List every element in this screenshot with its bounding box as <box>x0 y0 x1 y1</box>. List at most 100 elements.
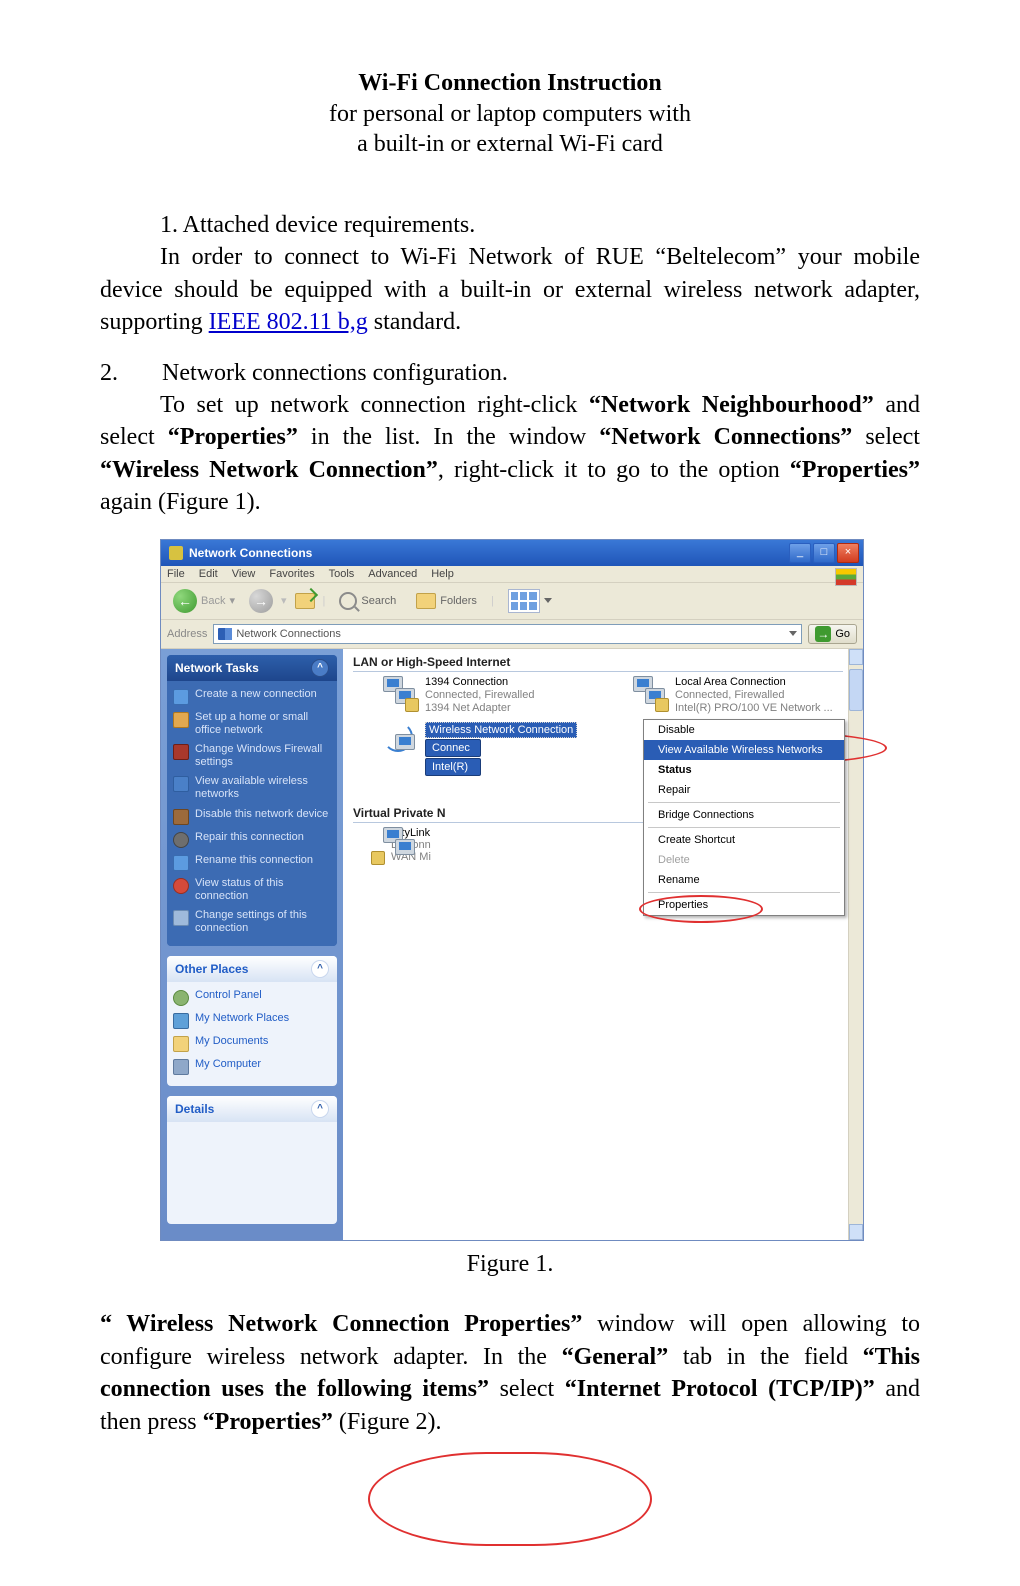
doc-subtitle: for personal or laptop computers with a … <box>100 99 920 159</box>
connection-status: Connected, Firewalled <box>425 689 534 701</box>
panel-header[interactable]: Network Tasks ^ <box>167 655 337 681</box>
connection-lan[interactable]: Local Area Connection Connected, Firewal… <box>633 676 853 714</box>
other-network-places[interactable]: My Network Places <box>173 1009 331 1032</box>
folders-button[interactable]: Folders <box>410 591 483 611</box>
task-change-settings[interactable]: Change settings of this connection <box>173 906 331 938</box>
task-disable-device[interactable]: Disable this network device <box>173 805 331 828</box>
menu-file[interactable]: File <box>167 568 185 580</box>
other-my-computer[interactable]: My Computer <box>173 1055 331 1078</box>
menu-edit[interactable]: Edit <box>199 568 218 580</box>
ctx-status[interactable]: Status <box>644 760 844 780</box>
collapse-icon[interactable]: ^ <box>311 960 329 978</box>
task-rename[interactable]: Rename this connection <box>173 851 331 874</box>
go-button[interactable]: → Go <box>808 624 857 644</box>
sidebar: Network Tasks ^ Create a new connection … <box>161 649 343 1241</box>
ctx-separator <box>648 892 840 893</box>
other-control-panel[interactable]: Control Panel <box>173 986 331 1009</box>
search-button[interactable]: Search <box>333 590 402 612</box>
task-view-wireless[interactable]: View available wireless networks <box>173 772 331 804</box>
other-my-documents[interactable]: My Documents <box>173 1032 331 1055</box>
ctx-view-networks[interactable]: View Available Wireless Networks <box>644 740 844 760</box>
other-places-panel: Other Places ^ Control Panel My Network … <box>167 956 337 1086</box>
menu-view[interactable]: View <box>232 568 256 580</box>
divider: | <box>323 595 326 607</box>
ctx-repair[interactable]: Repair <box>644 780 844 800</box>
connection-1394[interactable]: 1394 Connection Connected, Firewalled 13… <box>383 676 603 714</box>
bold-text: “Properties” <box>168 424 298 450</box>
menu-bar: File Edit View Favorites Tools Advanced … <box>161 566 863 583</box>
task-repair[interactable]: Repair this connection <box>173 828 331 851</box>
address-dropdown-icon[interactable] <box>789 631 797 636</box>
text-span: 2. <box>100 357 156 389</box>
task-icon <box>173 809 189 825</box>
doc-title: Wi-Fi Connection Instruction <box>100 70 920 97</box>
task-label: Create a new connection <box>195 688 317 701</box>
scrollbar[interactable] <box>848 649 863 1241</box>
ctx-disable[interactable]: Disable <box>644 720 844 740</box>
maximize-button[interactable]: □ <box>813 543 835 563</box>
close-button[interactable]: × <box>837 543 859 563</box>
panel-title: Details <box>175 1102 214 1116</box>
sep: ▾ <box>281 594 287 607</box>
task-view-status[interactable]: View status of this connection <box>173 874 331 906</box>
back-caret: ▾ <box>229 594 235 607</box>
connection-wireless[interactable]: Wireless Network Connection Connec Intel… <box>383 722 603 776</box>
bold-text: “Internet Protocol (TCP/IP)” <box>565 1376 875 1402</box>
ctx-separator <box>648 827 840 828</box>
menu-advanced[interactable]: Advanced <box>368 568 417 580</box>
task-icon <box>173 712 189 728</box>
panel-header[interactable]: Other Places ^ <box>167 956 337 982</box>
collapse-icon[interactable]: ^ <box>311 1100 329 1118</box>
connection-status: Connec <box>425 739 481 757</box>
place-icon <box>173 990 189 1006</box>
window-titlebar[interactable]: Network Connections _ □ × <box>161 540 863 566</box>
back-button[interactable]: ← Back ▾ <box>167 587 241 615</box>
task-label: Repair this connection <box>195 831 304 844</box>
task-label: Change Windows Firewall settings <box>195 743 331 769</box>
screenshot-window: Network Connections _ □ × File Edit View… <box>160 539 864 1242</box>
ctx-properties[interactable]: Properties <box>644 895 844 915</box>
address-field[interactable]: Network Connections <box>213 624 802 644</box>
text-span: select <box>852 424 920 450</box>
text-span: tab in the field <box>668 1344 862 1370</box>
panel-header[interactable]: Details ^ <box>167 1096 337 1122</box>
search-icon <box>339 592 357 610</box>
window-title: Network Connections <box>189 546 789 560</box>
minimize-button[interactable]: _ <box>789 543 811 563</box>
collapse-icon[interactable]: ^ <box>311 659 329 677</box>
forward-button[interactable]: → <box>249 589 273 613</box>
folders-label: Folders <box>440 595 477 607</box>
connection-status: Connected, Firewalled <box>675 689 833 701</box>
scroll-down-icon[interactable] <box>849 1224 863 1240</box>
place-label: My Network Places <box>195 1012 289 1025</box>
details-panel: Details ^ <box>167 1096 337 1224</box>
address-value: Network Connections <box>236 628 341 640</box>
task-label: Disable this network device <box>195 808 328 821</box>
ctx-bridge[interactable]: Bridge Connections <box>644 805 844 825</box>
context-menu: Disable View Available Wireless Networks… <box>643 719 845 916</box>
dropdown-icon <box>544 598 552 603</box>
ieee-link[interactable]: IEEE 802.11 b,g <box>209 309 368 335</box>
scroll-up-icon[interactable] <box>849 649 863 665</box>
menu-tools[interactable]: Tools <box>329 568 355 580</box>
ctx-delete: Delete <box>644 850 844 870</box>
menu-help[interactable]: Help <box>431 568 454 580</box>
subtitle-line-2: a built-in or external Wi-Fi card <box>357 131 663 157</box>
menu-favorites[interactable]: Favorites <box>269 568 314 580</box>
task-setup-network[interactable]: Set up a home or small office network <box>173 708 331 740</box>
ctx-shortcut[interactable]: Create Shortcut <box>644 830 844 850</box>
scroll-thumb[interactable] <box>849 669 863 711</box>
text-span: select <box>489 1376 565 1402</box>
views-button[interactable] <box>502 587 558 615</box>
ctx-label: Status <box>658 764 692 776</box>
bold-text: “Network Neighbourhood” <box>589 392 874 418</box>
up-button[interactable] <box>295 593 315 609</box>
panel-title: Other Places <box>175 962 248 976</box>
task-create-connection[interactable]: Create a new connection <box>173 685 331 708</box>
task-icon <box>173 776 189 792</box>
bold-text: “Properties” <box>790 457 920 483</box>
ctx-rename[interactable]: Rename <box>644 870 844 890</box>
task-firewall[interactable]: Change Windows Firewall settings <box>173 740 331 772</box>
task-icon <box>173 910 189 926</box>
network-tasks-panel: Network Tasks ^ Create a new connection … <box>167 655 337 947</box>
